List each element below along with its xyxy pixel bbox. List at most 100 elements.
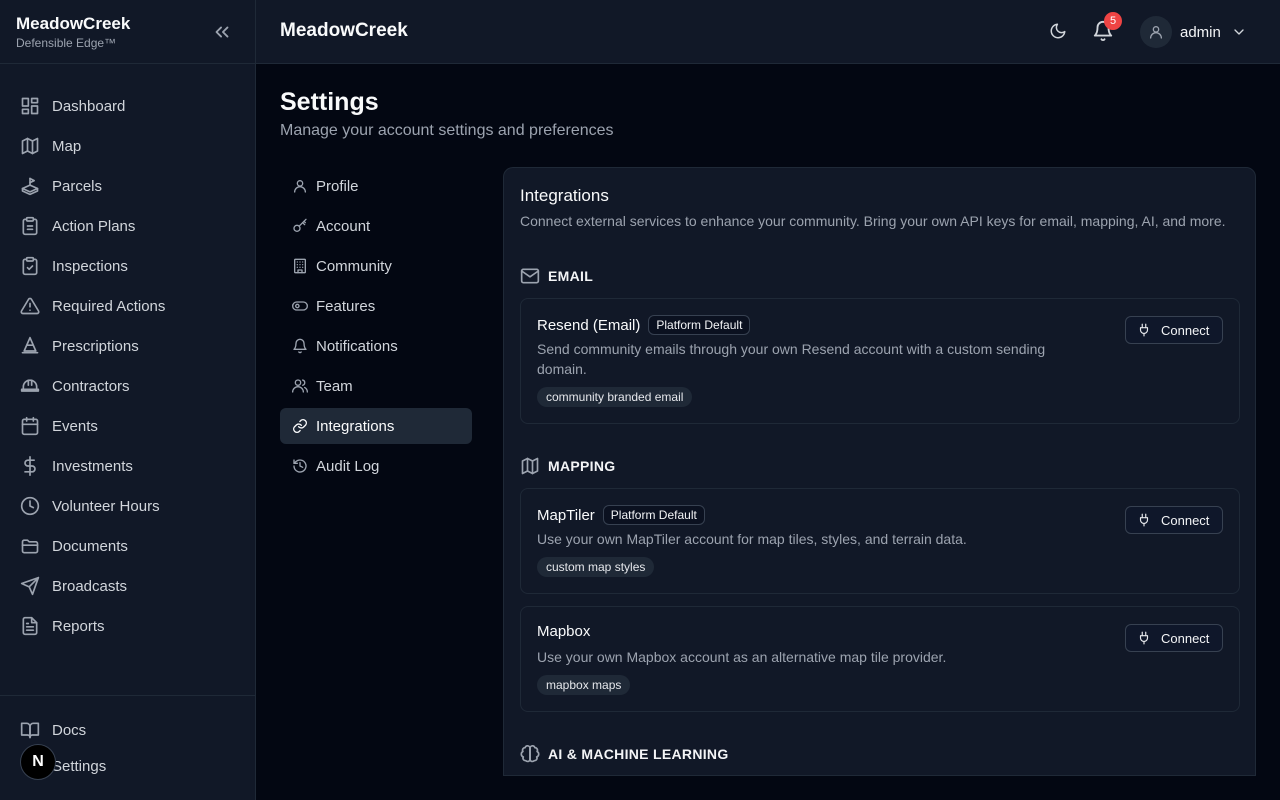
- sidebar-footer: Docs Settings N: [0, 695, 255, 800]
- connect-label: Connect: [1161, 630, 1210, 646]
- section-label: AI & MACHINE LEARNING: [548, 746, 729, 762]
- sidebar-item-action-plans[interactable]: Action Plans: [0, 206, 255, 246]
- settings-tab-label: Team: [316, 377, 353, 395]
- integrations-title: Integrations: [520, 186, 609, 205]
- settings-tab-features[interactable]: Features: [280, 288, 472, 324]
- collapse-sidebar-icon[interactable]: [211, 21, 233, 43]
- chevron-down-icon: [1231, 24, 1247, 40]
- sidebar-item-label: Volunteer Hours: [52, 497, 160, 515]
- sidebar-item-prescriptions[interactable]: Prescriptions: [0, 326, 255, 366]
- sidebar-item-docs[interactable]: Docs: [0, 712, 255, 748]
- sidebar-item-label: Action Plans: [52, 217, 136, 235]
- settings-tab-audit-log[interactable]: Audit Log: [280, 448, 472, 484]
- sidebar: MeadowCreek Defensible Edge™ Dashboard M…: [0, 0, 256, 800]
- sidebar-item-investments[interactable]: Investments: [0, 446, 255, 486]
- sidebar-item-inspections[interactable]: Inspections: [0, 246, 255, 286]
- cone-icon: [20, 336, 40, 356]
- brand-name: MeadowCreek: [16, 14, 131, 33]
- sidebar-item-contractors[interactable]: Contractors: [0, 366, 255, 406]
- settings-tab-profile[interactable]: Profile: [280, 168, 472, 204]
- sidebar-nav: Dashboard Map Parcels Action Plans Inspe…: [0, 64, 255, 646]
- integration-description: Use your own Mapbox account as an altern…: [537, 649, 947, 665]
- settings-tab-label: Profile: [316, 177, 359, 195]
- plug-icon: [1137, 513, 1151, 527]
- clock-icon: [20, 496, 40, 516]
- integration-card-maptiler: MapTiler Platform Default Use your own M…: [520, 488, 1240, 594]
- sidebar-item-map[interactable]: Map: [0, 126, 255, 166]
- integration-name: Mapbox: [537, 623, 590, 640]
- dev-tools-badge[interactable]: N: [20, 744, 56, 780]
- sidebar-item-label: Parcels: [52, 177, 103, 195]
- connect-button-maptiler[interactable]: Connect: [1125, 506, 1223, 534]
- platform-default-badge: Platform Default: [602, 505, 705, 525]
- integration-card-resend: Resend (Email) Platform Default Send com…: [520, 298, 1240, 424]
- sidebar-item-label: Investments: [52, 457, 133, 475]
- users-icon: [292, 378, 308, 394]
- section-label: MAPPING: [548, 458, 616, 474]
- sidebar-item-dashboard[interactable]: Dashboard: [0, 86, 255, 126]
- sidebar-item-label: Map: [52, 137, 82, 155]
- integration-name-text: Resend (Email): [537, 316, 641, 334]
- plug-icon: [1137, 631, 1151, 645]
- user-icon: [292, 178, 308, 194]
- sidebar-item-label: Dashboard: [52, 97, 126, 115]
- sidebar-item-volunteer-hours[interactable]: Volunteer Hours: [0, 486, 255, 526]
- sidebar-item-label: Contractors: [52, 377, 130, 395]
- map-icon: [520, 456, 540, 476]
- settings-tab-community[interactable]: Community: [280, 248, 472, 284]
- moon-icon[interactable]: [1049, 22, 1067, 40]
- sidebar-item-label: Documents: [52, 537, 128, 555]
- settings-tab-label: Audit Log: [316, 457, 380, 475]
- brand-subtitle: Defensible Edge™: [16, 36, 117, 50]
- toggle-icon: [292, 298, 308, 314]
- sidebar-item-label: Docs: [52, 721, 87, 739]
- alert-triangle-icon: [20, 296, 40, 316]
- settings-tab-label: Integrations: [316, 417, 395, 435]
- history-icon: [292, 458, 308, 474]
- sidebar-item-label: Broadcasts: [52, 577, 128, 595]
- integration-name-text: MapTiler: [537, 506, 595, 524]
- sidebar-item-reports[interactable]: Reports: [0, 606, 255, 646]
- user-name: admin: [1180, 23, 1221, 41]
- brain-icon: [520, 744, 540, 764]
- dollar-icon: [20, 456, 40, 476]
- link-icon: [292, 418, 308, 434]
- book-icon: [20, 720, 40, 740]
- settings-tab-label: Features: [316, 297, 376, 315]
- section-email: EMAIL: [520, 266, 593, 286]
- sidebar-item-parcels[interactable]: Parcels: [0, 166, 255, 206]
- calendar-icon: [20, 416, 40, 436]
- section-ai: AI & MACHINE LEARNING: [520, 744, 729, 764]
- avatar: [1140, 16, 1172, 48]
- page-subtitle: Manage your account settings and prefere…: [280, 122, 614, 139]
- settings-tab-account[interactable]: Account: [280, 208, 472, 244]
- connect-button-mapbox[interactable]: Connect: [1125, 624, 1223, 652]
- clipboard-icon: [20, 216, 40, 236]
- sidebar-item-label: Required Actions: [52, 297, 166, 315]
- settings-tab-integrations[interactable]: Integrations: [280, 408, 472, 444]
- sidebar-item-label: Reports: [52, 617, 105, 635]
- send-icon: [20, 576, 40, 596]
- map-icon: [20, 136, 40, 156]
- settings-tab-notifications[interactable]: Notifications: [280, 328, 472, 364]
- user-menu[interactable]: admin: [1140, 16, 1247, 48]
- sidebar-item-label: Prescriptions: [52, 337, 139, 355]
- sidebar-item-required-actions[interactable]: Required Actions: [0, 286, 255, 326]
- sidebar-item-broadcasts[interactable]: Broadcasts: [0, 566, 255, 606]
- dashboard-icon: [20, 96, 40, 116]
- mail-icon: [520, 266, 540, 286]
- building-icon: [292, 258, 308, 274]
- settings-tab-team[interactable]: Team: [280, 368, 472, 404]
- integration-name-text: Mapbox: [537, 623, 591, 640]
- connect-button-resend[interactable]: Connect: [1125, 316, 1223, 344]
- clipboard-check-icon: [20, 256, 40, 276]
- settings-tab-label: Community: [316, 257, 392, 275]
- integrations-description: Connect external services to enhance you…: [520, 213, 1226, 229]
- sidebar-item-documents[interactable]: Documents: [0, 526, 255, 566]
- user-icon: [1148, 24, 1164, 40]
- connect-label: Connect: [1161, 512, 1210, 528]
- sidebar-item-events[interactable]: Events: [0, 406, 255, 446]
- folder-icon: [20, 536, 40, 556]
- hard-hat-icon: [20, 376, 40, 396]
- platform-default-badge: Platform Default: [648, 315, 751, 335]
